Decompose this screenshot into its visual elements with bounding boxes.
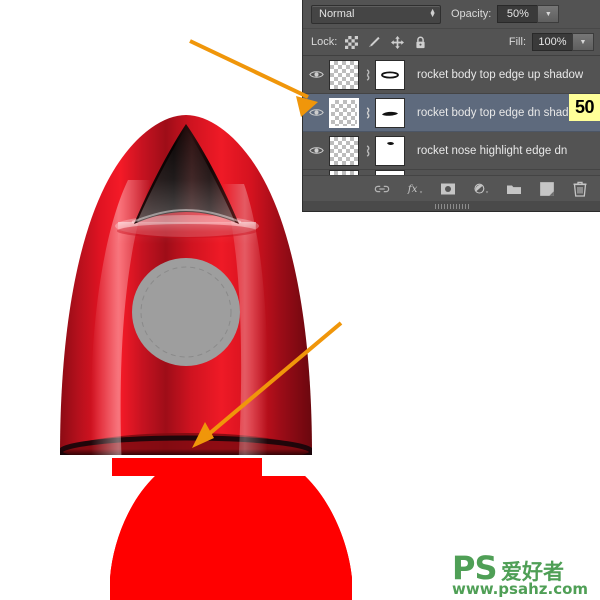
new-group-folder-icon[interactable] bbox=[506, 181, 522, 197]
opacity-field[interactable]: 50% ▼ bbox=[497, 5, 559, 23]
lock-transparent-pixels-icon[interactable] bbox=[345, 36, 358, 49]
fill-value[interactable]: 100% bbox=[532, 33, 572, 51]
layer-row-selected[interactable]: rocket body top edge dn shadow bbox=[303, 94, 600, 132]
delete-layer-trash-icon[interactable] bbox=[572, 181, 588, 197]
lock-all-padlock-icon[interactable] bbox=[414, 36, 427, 49]
layer-mask-link-icon[interactable] bbox=[359, 106, 375, 120]
rocket-fins bbox=[110, 458, 352, 600]
layer-name: rocket nose highlight edge dn bbox=[417, 145, 567, 157]
eye-icon bbox=[309, 69, 324, 80]
layers-panel-top-bar: Normal ▲▼ Opacity: 50% ▼ bbox=[303, 0, 600, 29]
layer-visibility-toggle[interactable] bbox=[303, 145, 329, 156]
new-layer-icon[interactable] bbox=[539, 181, 555, 197]
blend-mode-value: Normal bbox=[319, 8, 354, 20]
new-adjustment-layer-icon[interactable] bbox=[473, 181, 489, 197]
watermark-url: www.psahz.com bbox=[452, 580, 598, 598]
layer-mask-thumbnail[interactable] bbox=[375, 136, 405, 166]
layer-row[interactable]: rocket nose highlight edge dn bbox=[303, 132, 600, 170]
fill-chevron-down-icon[interactable]: ▼ bbox=[572, 33, 594, 51]
layers-panel-lock-bar: Lock: bbox=[303, 29, 600, 56]
layers-panel-bottom-bar: fx bbox=[303, 175, 600, 201]
screenshot-canvas: Normal ▲▼ Opacity: 50% ▼ Lock: bbox=[0, 0, 600, 600]
opacity-callout-value: 50 bbox=[575, 97, 594, 118]
layer-name: rocket body top edge dn shadow bbox=[417, 107, 583, 119]
layer-thumbnail[interactable] bbox=[329, 136, 359, 166]
layer-mask-thumbnail[interactable] bbox=[375, 98, 405, 128]
layer-row[interactable]: rocket body top edge up shadow bbox=[303, 56, 600, 94]
opacity-chevron-down-icon[interactable]: ▼ bbox=[537, 5, 559, 23]
blend-mode-select[interactable]: Normal ▲▼ bbox=[311, 5, 441, 24]
lock-label: Lock: bbox=[311, 36, 337, 48]
layer-thumbnail[interactable] bbox=[329, 98, 359, 128]
lock-image-pixels-brush-icon[interactable] bbox=[368, 36, 381, 49]
link-layers-icon[interactable] bbox=[374, 181, 390, 197]
lock-position-move-icon[interactable] bbox=[391, 36, 404, 49]
opacity-label: Opacity: bbox=[451, 8, 491, 20]
layer-mask-thumbnail[interactable] bbox=[375, 60, 405, 90]
layer-visibility-toggle[interactable] bbox=[303, 107, 329, 118]
layer-mask-link-icon[interactable] bbox=[359, 144, 375, 158]
layers-panel[interactable]: Normal ▲▼ Opacity: 50% ▼ Lock: bbox=[302, 0, 600, 212]
rocket-porthole bbox=[132, 258, 240, 366]
fill-label: Fill: bbox=[509, 36, 526, 48]
up-down-stepper-icon[interactable]: ▲▼ bbox=[429, 10, 436, 18]
layer-mask-link-icon[interactable] bbox=[359, 68, 375, 82]
panel-resize-grip-icon[interactable] bbox=[303, 201, 600, 211]
opacity-value[interactable]: 50% bbox=[497, 5, 537, 23]
eye-icon bbox=[309, 107, 324, 118]
add-layer-mask-icon[interactable] bbox=[440, 181, 456, 197]
eye-icon bbox=[309, 145, 324, 156]
opacity-callout-badge: 50 bbox=[569, 94, 600, 121]
layer-list: rocket body top edge up shadow bbox=[303, 56, 600, 184]
layer-visibility-toggle[interactable] bbox=[303, 69, 329, 80]
fill-field[interactable]: 100% ▼ bbox=[532, 33, 594, 51]
layer-name: rocket body top edge up shadow bbox=[417, 69, 583, 81]
svg-text:fx: fx bbox=[407, 183, 418, 195]
layer-thumbnail[interactable] bbox=[329, 60, 359, 90]
site-watermark: PS 爱好者 www.psahz.com bbox=[452, 553, 598, 599]
layer-style-fx-icon[interactable]: fx bbox=[407, 181, 423, 197]
